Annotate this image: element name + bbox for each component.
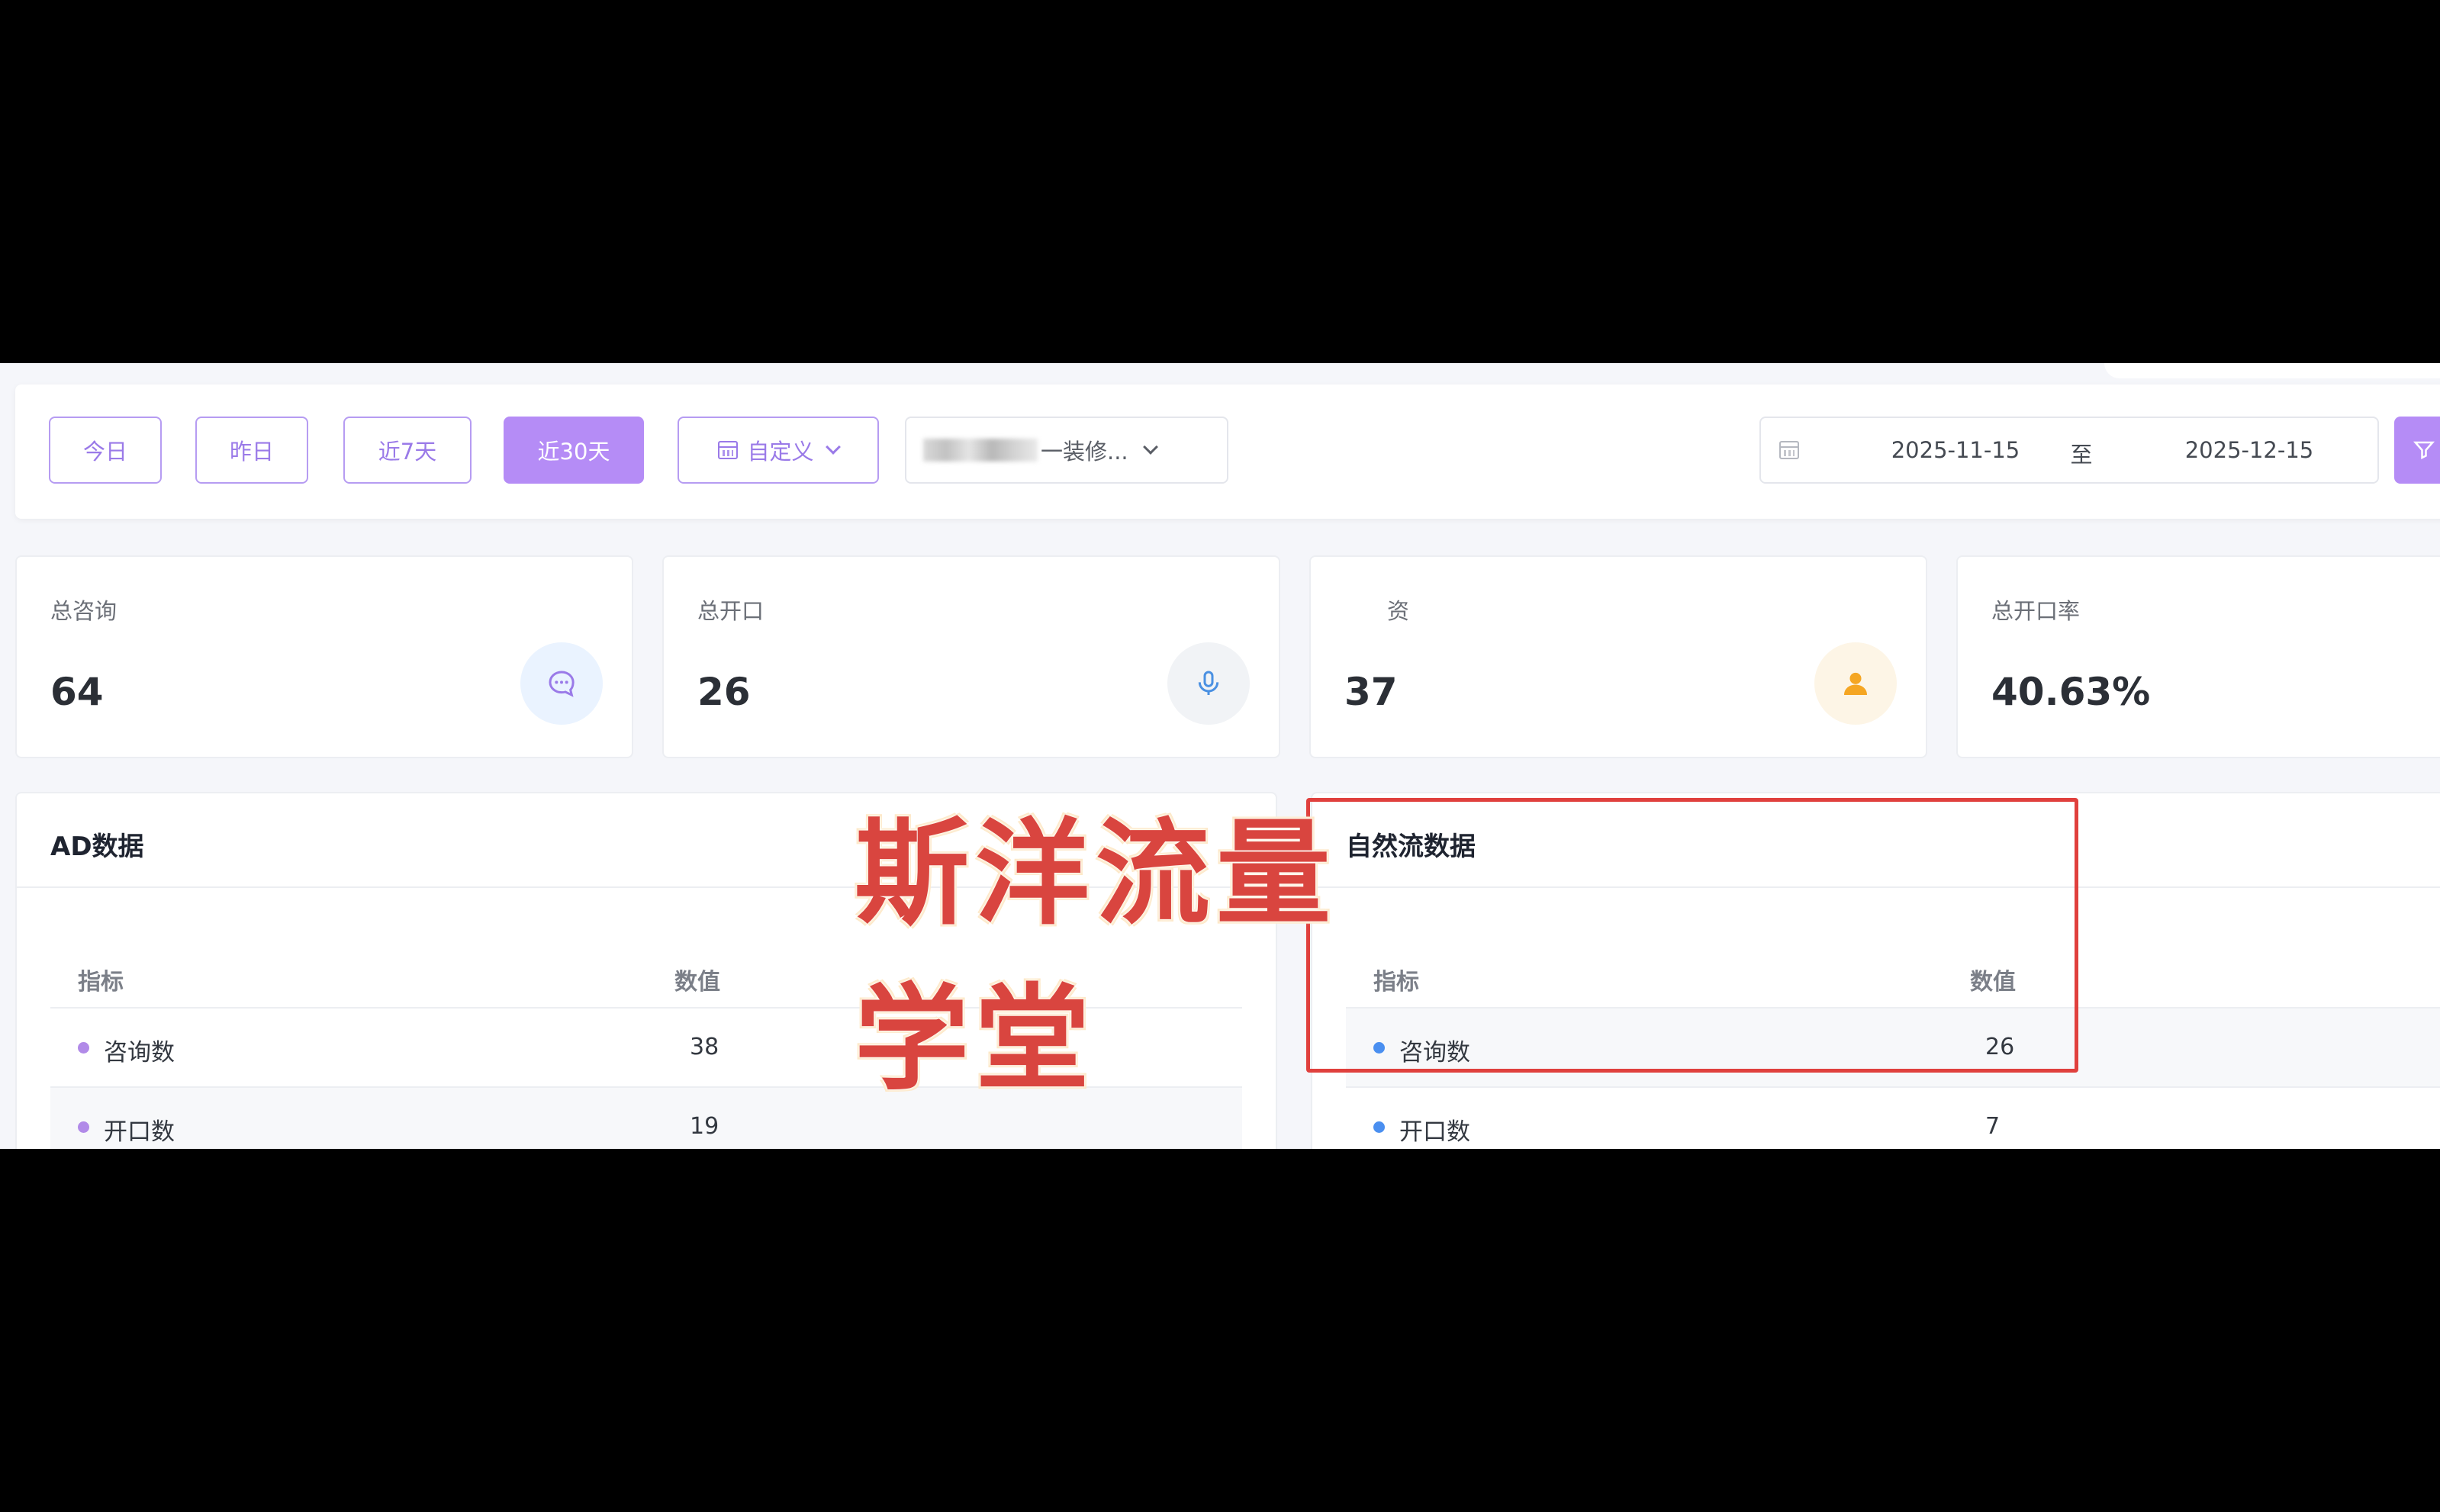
panel-title: AD数据 [50,832,144,862]
stat-card-total-openings: 总开口 26 [662,555,1280,758]
last-30-days-button[interactable]: 近30天 [504,417,644,484]
stat-label: 总开口 [697,598,765,624]
date-end[interactable]: 2025-12-15 [2142,437,2356,463]
stat-card-opening-rate: 总开口率 40.63% [1956,555,2440,758]
row-label: 咨询数 [104,1039,175,1066]
microphone-icon [1167,642,1250,725]
stat-value: 64 [50,670,104,714]
purple-dot-icon [78,1042,89,1054]
stat-value: 40.63% [1991,670,2151,714]
last-7-days-button[interactable]: 近7天 [343,417,472,484]
purple-dot-icon [78,1121,89,1133]
chat-icon [520,642,603,725]
date-start[interactable]: 2025-11-15 [1845,437,2066,463]
store-dropdown[interactable]: 一装修... [905,417,1228,484]
today-button[interactable]: 今日 [49,417,162,484]
redacted-text [923,439,1038,462]
yesterday-button[interactable]: 昨日 [195,417,308,484]
store-dropdown-label: 一装修... [1041,439,1128,465]
row-value: 7 [1985,1113,2001,1140]
stat-label: 总开口率 [1991,598,2081,624]
calendar-icon [1779,441,1799,459]
chevron-down-icon [1142,439,1158,455]
date-separator: 至 [2070,442,2093,468]
filter-icon [2413,441,2435,460]
date-range-picker[interactable]: 2025-11-15 至 2025-12-15 [1759,417,2379,484]
stat-label: 总咨询 [50,598,117,624]
window-edge [2104,363,2440,378]
column-header-value: 数值 [674,969,720,996]
row-label: 开口数 [104,1118,175,1146]
stat-card-third: 资 37 [1309,555,1927,758]
chevron-down-icon [825,439,841,455]
column-header-metric: 指标 [78,969,124,996]
watermark-text: 斯洋流量学堂 [855,808,1337,1106]
stat-value: 37 [1344,670,1398,714]
dashboard-viewport: 今日 昨日 近7天 近30天 自定义 一装修... 2025-11-15 至 2… [0,363,2440,1149]
user-icon [1814,642,1897,725]
custom-range-dropdown[interactable]: 自定义 [678,417,879,484]
watermark: 斯洋流量学堂 [855,808,1404,1106]
row-label: 开口数 [1399,1118,1470,1146]
blue-dot-icon [1373,1121,1385,1133]
table-row: 开口数 7 [1346,1086,2440,1149]
red-highlight-annotation [1306,798,2078,1073]
filter-button[interactable] [2394,417,2440,484]
stat-card-total-inquiries: 总咨询 64 [15,555,633,758]
stat-value: 26 [697,670,751,714]
row-value: 38 [690,1034,719,1060]
filter-bar: 今日 昨日 近7天 近30天 自定义 一装修... 2025-11-15 至 2… [15,384,2440,519]
calendar-icon [718,441,739,459]
row-value: 19 [690,1113,719,1140]
stat-label: 资 [1387,598,1410,624]
custom-range-label: 自定义 [747,439,814,465]
